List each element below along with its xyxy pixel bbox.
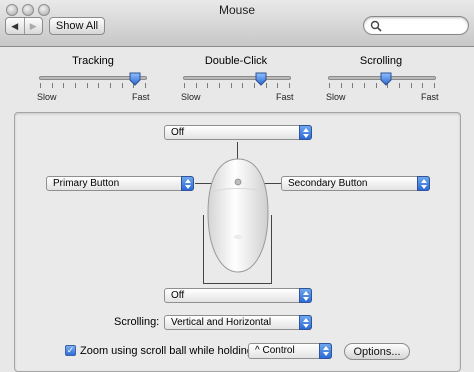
slider-tick <box>207 83 208 88</box>
slider-tick <box>87 83 88 88</box>
slider-tick <box>352 83 353 88</box>
forward-arrow-icon[interactable]: ▶ <box>23 18 43 34</box>
right-button-popup-value: Secondary Button <box>288 178 368 189</box>
slider-tick <box>364 83 365 88</box>
mouse-illustration <box>207 158 269 273</box>
tracking-slow-label: Slow <box>37 92 57 102</box>
slider-tick <box>52 83 53 88</box>
double-click-slider-title: Double-Click <box>204 55 268 67</box>
slider-knob-icon <box>255 72 267 86</box>
back-arrow-icon[interactable]: ◀ <box>6 18 24 34</box>
back-forward-control[interactable]: ◀ ▶ <box>5 17 43 35</box>
left-button-popup[interactable]: Primary Button <box>46 176 194 191</box>
bottom-connector-line <box>203 283 272 284</box>
slider-tick <box>145 83 146 88</box>
slider-tick <box>376 83 377 88</box>
slider-tick <box>110 83 111 88</box>
zoom-modifier-popup[interactable]: ^ Control <box>248 343 332 359</box>
search-icon <box>370 20 382 32</box>
show-all-button[interactable]: Show All <box>49 17 105 35</box>
slider-tick <box>231 83 232 88</box>
tracking-fast-label: Fast <box>132 92 150 102</box>
search-field[interactable] <box>363 16 469 35</box>
search-input[interactable] <box>384 18 468 34</box>
zoom-checkbox[interactable]: ✓ <box>65 345 76 356</box>
slider-tick <box>341 83 342 88</box>
slider-tick <box>411 83 412 88</box>
slider-tick <box>242 83 243 88</box>
scrolling-slider-knob[interactable] <box>380 72 392 86</box>
double-click-slider-knob[interactable] <box>255 72 267 86</box>
window-title: Mouse <box>218 3 256 17</box>
double-click-slider-track[interactable] <box>183 76 291 80</box>
bottom-button-popup-value: Off <box>171 290 185 301</box>
scrolling-direction-popup[interactable]: Vertical and Horizontal <box>164 315 312 330</box>
slider-tick <box>122 83 123 88</box>
slider-tick <box>75 83 76 88</box>
checkmark-icon: ✓ <box>66 345 75 355</box>
scrolling-slider-title: Scrolling <box>359 55 403 67</box>
slider-tick <box>289 83 290 88</box>
slider-tick <box>219 83 220 88</box>
scrolling-label: Scrolling: <box>114 316 160 328</box>
slider-tick <box>399 83 400 88</box>
slider-knob-icon <box>380 72 392 86</box>
double-click-fast-label: Fast <box>276 92 294 102</box>
popup-arrows-icon <box>299 125 312 140</box>
left-button-popup-value: Primary Button <box>53 178 120 189</box>
top-button-popup[interactable]: Off <box>164 125 312 140</box>
slider-tick <box>277 83 278 88</box>
slider-tick <box>422 83 423 88</box>
popup-arrows-icon <box>299 315 312 330</box>
right-button-popup[interactable]: Secondary Button <box>281 176 430 191</box>
slider-tick <box>329 83 330 88</box>
slider-knob-icon <box>129 72 141 86</box>
bottom-right-connector-line <box>271 215 272 284</box>
bottom-button-popup[interactable]: Off <box>164 288 312 303</box>
slider-tick <box>98 83 99 88</box>
scrolling-slow-label: Slow <box>326 92 346 102</box>
slider-tick <box>434 83 435 88</box>
options-button[interactable]: Options... <box>344 343 410 360</box>
popup-arrows-icon <box>319 343 332 359</box>
top-button-popup-value: Off <box>171 127 185 138</box>
zoom-modifier-popup-value: ^ Control <box>255 345 295 356</box>
slider-tick <box>63 83 64 88</box>
popup-arrows-icon <box>417 176 430 191</box>
scrolling-fast-label: Fast <box>421 92 439 102</box>
slider-tick <box>184 83 185 88</box>
popup-arrows-icon <box>299 288 312 303</box>
popup-arrows-icon <box>181 176 194 191</box>
double-click-slider-ticks <box>184 83 290 88</box>
bottom-left-connector-line <box>203 215 204 284</box>
slider-tick <box>40 83 41 88</box>
zoom-checkbox-label: Zoom using scroll ball while holding <box>80 345 254 357</box>
tracking-slider-knob[interactable] <box>129 72 141 86</box>
double-click-slow-label: Slow <box>181 92 201 102</box>
tracking-slider-title: Tracking <box>72 55 114 67</box>
slider-tick <box>196 83 197 88</box>
scrolling-direction-popup-value: Vertical and Horizontal <box>171 317 272 328</box>
